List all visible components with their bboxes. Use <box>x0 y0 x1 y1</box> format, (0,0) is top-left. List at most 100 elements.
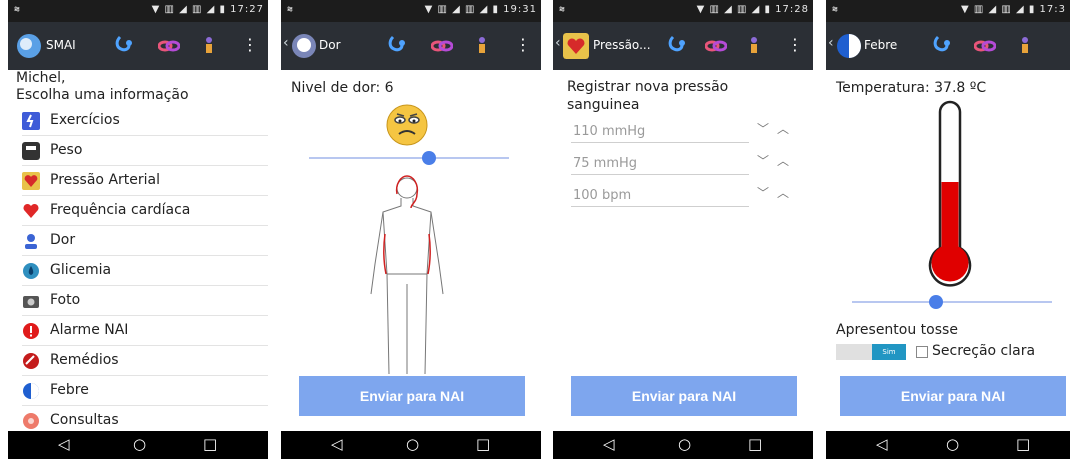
diastolic-field[interactable] <box>571 152 749 175</box>
back-nav-icon[interactable]: ◁ <box>58 435 70 453</box>
recents-nav-icon[interactable]: □ <box>203 435 217 453</box>
menu-item-exercicios[interactable]: Exercícios <box>8 106 268 136</box>
pain-face-icon <box>292 34 316 58</box>
medical-person-icon[interactable] <box>743 35 765 57</box>
stethoscope-icon[interactable] <box>931 35 953 57</box>
status-bar: ⩬ ▼ ▥ ◢ ▥ ◢ ▮ 17:3 <box>826 0 1070 22</box>
infinity-icon[interactable] <box>705 35 727 57</box>
back-nav-icon[interactable]: ◁ <box>331 435 343 453</box>
menu-item-febre[interactable]: Febre <box>8 376 268 406</box>
greeting-prompt: Escolha uma informação <box>16 87 189 103</box>
chevron-up-icon[interactable]: ︿ <box>777 184 789 201</box>
menu-item-label: Febre <box>50 382 89 398</box>
more-options-icon[interactable]: ⋮ <box>787 35 803 54</box>
menu-item-alarme-nai[interactable]: Alarme NAI <box>8 316 268 346</box>
more-options-icon[interactable]: ⋮ <box>515 35 531 54</box>
send-to-nai-button[interactable]: Enviar para NAI <box>840 376 1066 416</box>
slider-thumb[interactable] <box>929 295 943 309</box>
status-time: 19:31 <box>503 4 537 15</box>
thermometer-icon <box>23 383 39 399</box>
infinity-icon[interactable] <box>158 35 180 57</box>
person-icon <box>25 234 37 249</box>
screen-blood-pressure: ⩬ ▼ ▥ ◢ ▥ ◢ ▮ 17:28 ‹ Pressão... ⋮ Regis… <box>553 0 813 459</box>
medical-person-icon[interactable] <box>471 35 493 57</box>
notification-icon: ⩬ <box>14 4 20 15</box>
status-bar: ⩬ ▼ ▥ ◢ ▥ ◢ ▮ 17:28 <box>553 0 813 22</box>
infinity-icon[interactable] <box>974 35 996 57</box>
notification-icon: ⩬ <box>832 4 838 15</box>
pulse-field[interactable] <box>571 184 749 207</box>
menu-item-label: Alarme NAI <box>50 322 129 338</box>
alarm-icon <box>23 323 39 339</box>
send-to-nai-button[interactable]: Enviar para NAI <box>571 376 797 416</box>
recents-nav-icon[interactable]: □ <box>1016 435 1030 453</box>
thermometer-icon <box>837 34 861 58</box>
chevron-down-icon[interactable]: ﹀ <box>757 120 769 137</box>
heart-icon <box>23 203 39 218</box>
bp-form-title: Registrar nova pressão sanguinea <box>567 79 729 113</box>
back-nav-icon[interactable]: ◁ <box>876 435 888 453</box>
back-arrow-icon[interactable]: ‹ <box>555 35 561 51</box>
scale-icon <box>22 142 40 160</box>
status-bar: ⩬ ▼ ▥ ◢ ▥ ◢ ▮ 17:27 <box>8 0 268 22</box>
slider-track <box>852 301 1052 303</box>
home-nav-icon[interactable]: ○ <box>406 435 419 453</box>
menu-item-label: Glicemia <box>50 262 112 278</box>
slider-thumb[interactable] <box>422 151 436 165</box>
more-options-icon[interactable]: ⋮ <box>242 35 258 54</box>
menu-item-label: Dor <box>50 232 76 248</box>
menu-item-remedios[interactable]: Remédios <box>8 346 268 376</box>
toggle-on-label: Sim <box>872 344 906 360</box>
menu-item-dor[interactable]: Dor <box>8 226 268 256</box>
menu-item-consultas[interactable]: Consultas <box>8 406 268 431</box>
infinity-icon[interactable] <box>431 35 453 57</box>
home-nav-icon[interactable]: ○ <box>946 435 959 453</box>
pain-slider[interactable] <box>309 148 509 168</box>
menu-list: Exercícios Peso Pressão Arterial Frequên… <box>8 106 268 431</box>
status-time: 17:28 <box>775 4 809 15</box>
medical-person-icon[interactable] <box>1014 35 1036 57</box>
smai-logo-icon <box>17 34 41 58</box>
temperature-slider[interactable] <box>852 292 1052 312</box>
menu-item-foto[interactable]: Foto <box>8 286 268 316</box>
systolic-field[interactable] <box>571 120 749 143</box>
menu-item-peso[interactable]: Peso <box>8 136 268 166</box>
back-arrow-icon[interactable]: ‹ <box>283 35 289 51</box>
screen-menu: ⩬ ▼ ▥ ◢ ▥ ◢ ▮ 17:27 SMAI ⋮ Michel, Escol… <box>8 0 268 459</box>
status-bar: ⩬ ▼ ▥ ◢ ▥ ◢ ▮ 19:31 <box>281 0 541 22</box>
stethoscope-icon[interactable] <box>666 35 688 57</box>
home-nav-icon[interactable]: ○ <box>133 435 146 453</box>
recents-nav-icon[interactable]: □ <box>476 435 490 453</box>
app-bar: ‹ Febre <box>826 22 1070 70</box>
cough-toggle[interactable]: Sim <box>836 344 906 360</box>
body-diagram[interactable] <box>351 174 463 374</box>
back-arrow-icon[interactable]: ‹ <box>828 35 834 51</box>
app-title: SMAI <box>46 38 76 52</box>
send-to-nai-button[interactable]: Enviar para NAI <box>299 376 525 416</box>
app-bar: SMAI ⋮ <box>8 22 268 70</box>
system-nav-bar: ◁ ○ □ <box>8 431 268 459</box>
clear-secretion-label: Secreção clara <box>932 343 1036 359</box>
chevron-down-icon[interactable]: ﹀ <box>757 184 769 201</box>
menu-item-pressao-arterial[interactable]: Pressão Arterial <box>8 166 268 196</box>
stethoscope-icon[interactable] <box>113 35 135 57</box>
app-title: Pressão... <box>593 38 651 52</box>
system-nav-bar: ◁ ○ □ <box>826 431 1070 459</box>
back-nav-icon[interactable]: ◁ <box>603 435 615 453</box>
chevron-up-icon[interactable]: ︿ <box>777 120 789 137</box>
chevron-up-icon[interactable]: ︿ <box>777 152 789 169</box>
stethoscope-icon[interactable] <box>386 35 408 57</box>
chevron-down-icon[interactable]: ﹀ <box>757 152 769 169</box>
menu-item-glicemia[interactable]: Glicemia <box>8 256 268 286</box>
medical-person-icon[interactable] <box>198 35 220 57</box>
menu-item-frequencia-cardiaca[interactable]: Frequência cardíaca <box>8 196 268 226</box>
content: Registrar nova pressão sanguinea ﹀ ︿ ﹀ ︿… <box>553 70 813 431</box>
diastolic-row: ﹀ ︿ <box>571 148 801 178</box>
greeting: Michel, Escolha uma informação <box>16 70 189 104</box>
pill-icon <box>23 353 39 369</box>
clear-secretion-checkbox[interactable] <box>916 346 928 358</box>
recents-nav-icon[interactable]: □ <box>748 435 762 453</box>
blood-pressure-icon <box>22 172 40 190</box>
home-nav-icon[interactable]: ○ <box>678 435 691 453</box>
content: Temperatura: 37.8 ºC Apresentou tosse Si… <box>826 70 1070 431</box>
